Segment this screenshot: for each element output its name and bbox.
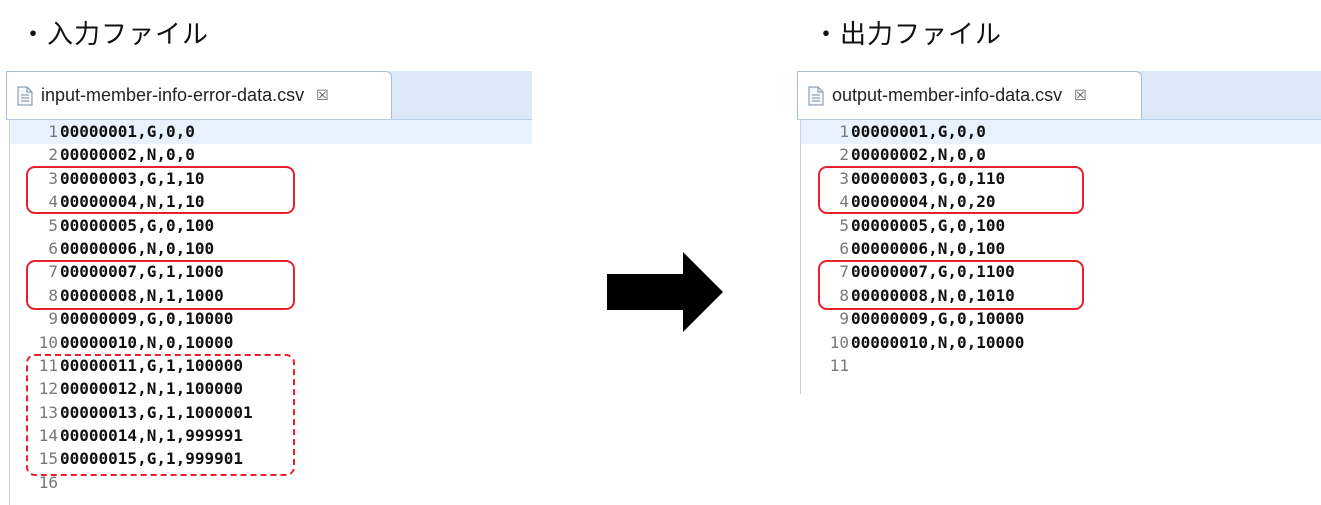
line-text: 00000005,G,0,100 xyxy=(60,215,215,235)
highlight-box-rows-3-4 xyxy=(818,166,1084,214)
line-text: 00000010,N,0,10000 xyxy=(851,332,1025,352)
output-tab-bar: output-member-info-data.csv ☒ xyxy=(797,71,1321,120)
output-file-tab[interactable]: output-member-info-data.csv ☒ xyxy=(797,71,1142,119)
highlight-box-rows-3-4 xyxy=(26,166,295,214)
tab-title: input-member-info-error-data.csv xyxy=(41,85,305,105)
line-text: 00000009,G,0,10000 xyxy=(851,309,1025,329)
input-tab-bar: input-member-info-error-data.csv ☒ xyxy=(6,71,532,120)
highlight-box-rows-7-8 xyxy=(818,260,1084,310)
code-line[interactable]: 2 00000002,N,0,0 xyxy=(6,143,253,166)
output-editor: output-member-info-data.csv ☒ 1 00000001,… xyxy=(797,71,1321,394)
line-text: 00000002,N,0,0 xyxy=(851,145,986,165)
code-line[interactable]: 5 00000005,G,0,100 xyxy=(6,214,253,237)
file-text-icon xyxy=(17,86,33,105)
line-number: 6 xyxy=(48,238,58,258)
code-lines[interactable]: 1 00000001,G,0,0 2 00000002,N,0,0 3 00000003,… xyxy=(797,120,1025,377)
tab-title: output-member-info-data.csv xyxy=(832,85,1063,105)
code-line[interactable]: 9 00000009,G,0,10000 xyxy=(797,307,1024,330)
line-number: 5 xyxy=(48,215,58,235)
code-line[interactable]: 6 00000006,N,0,100 xyxy=(797,237,1024,260)
line-text xyxy=(849,356,851,375)
line-number: 5 xyxy=(839,215,849,235)
line-number: 11 xyxy=(829,355,849,375)
highlight-box-rows-11-15 xyxy=(26,354,295,476)
code-line[interactable]: 10 00000010,N,0,10000 xyxy=(797,331,1025,354)
code-line[interactable]: 1 00000001,G,0,0 xyxy=(797,120,1024,143)
code-line[interactable]: 5 00000005,G,0,100 xyxy=(797,214,1024,237)
line-number: 10 xyxy=(38,332,58,352)
code-line[interactable]: 2 00000002,N,0,0 xyxy=(797,143,1024,166)
line-number: 1 xyxy=(839,122,849,141)
line-text: 00000009,G,0,10000 xyxy=(60,309,234,329)
line-number: 6 xyxy=(839,238,849,258)
code-line[interactable]: 10 00000010,N,0,10000 xyxy=(6,331,253,354)
line-text: 00000006,N,0,100 xyxy=(851,238,1006,258)
close-icon[interactable]: ☒ xyxy=(1074,88,1087,104)
line-text: 00000001,G,0,0 xyxy=(60,122,195,141)
line-text: 00000001,G,0,0 xyxy=(851,122,986,141)
code-line[interactable]: 9 00000009,G,0,10000 xyxy=(6,307,253,330)
line-text: 00000002,N,0,0 xyxy=(60,145,195,165)
line-number: 9 xyxy=(839,309,849,329)
highlight-box-rows-7-8 xyxy=(26,260,295,310)
input-file-tab[interactable]: input-member-info-error-data.csv ☒ xyxy=(6,71,392,119)
line-text: 00000006,N,0,100 xyxy=(60,238,215,258)
output-file-heading: ・出力ファイル xyxy=(813,20,1003,50)
arrow-right-icon xyxy=(607,252,723,332)
code-line[interactable]: 1 00000001,G,0,0 xyxy=(6,120,253,143)
line-number: 1 xyxy=(48,122,58,141)
code-line[interactable]: 11 xyxy=(797,354,1024,377)
close-icon[interactable]: ☒ xyxy=(316,88,329,104)
line-text: 00000010,N,0,10000 xyxy=(60,332,234,352)
line-text: 00000005,G,0,100 xyxy=(851,215,1006,235)
input-file-heading: ・入力ファイル xyxy=(20,20,210,50)
code-line[interactable]: 6 00000006,N,0,100 xyxy=(6,237,253,260)
line-number: 9 xyxy=(48,309,58,329)
line-number: 2 xyxy=(48,145,58,165)
line-number: 10 xyxy=(829,332,849,352)
line-number: 2 xyxy=(839,145,849,165)
file-text-icon xyxy=(808,86,824,105)
